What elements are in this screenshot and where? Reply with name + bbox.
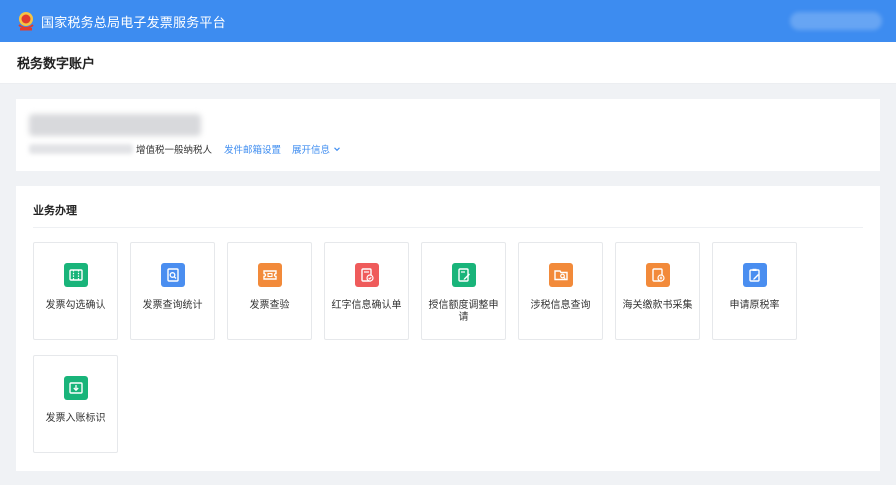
tile-customs-payment-collect[interactable]: 海关缴款书采集: [615, 242, 700, 340]
tile-original-tax-rate-apply[interactable]: 申请原税率: [712, 242, 797, 340]
document-money-icon: [645, 263, 670, 287]
document-search-icon: [160, 263, 185, 287]
expand-info-link[interactable]: 展开信息: [292, 142, 341, 156]
section-divider: [33, 227, 863, 228]
account-card: 增值税一般纳税人 发件邮箱设置 展开信息: [16, 99, 880, 171]
email-setting-link[interactable]: 发件邮箱设置: [224, 142, 281, 156]
business-card: 业务办理 发票勾选确认 发票查询统计 发票查验 红字信息确认单 授信额度调整申请: [16, 186, 880, 471]
user-info-redacted[interactable]: [790, 12, 882, 30]
tile-label: 发票查验: [249, 300, 290, 311]
tile-invoice-select-confirm[interactable]: 发票勾选确认: [33, 242, 118, 340]
tile-invoice-verify[interactable]: 发票查验: [227, 242, 312, 340]
document-check-icon: [354, 263, 379, 287]
tile-label: 涉税信息查询: [530, 300, 591, 311]
tax-id-redacted: [29, 144, 133, 154]
tile-label: 申请原税率: [729, 300, 780, 311]
folder-search-icon: [548, 263, 573, 287]
tile-label: 发票查询统计: [142, 300, 203, 311]
platform-title: 国家税务总局电子发票服务平台: [41, 15, 226, 31]
tile-label: 发票勾选确认: [45, 300, 106, 311]
tile-invoice-accounting-mark[interactable]: 发票入账标识: [33, 355, 118, 453]
taxpayer-type: 增值税一般纳税人: [136, 145, 213, 156]
expand-info-label: 展开信息: [292, 145, 331, 156]
document-edit-icon: [451, 263, 476, 287]
tile-label: 红字信息确认单: [331, 300, 402, 311]
section-title: 业务办理: [33, 204, 77, 217]
page-header: 税务数字账户: [0, 42, 896, 84]
tile-tax-info-query[interactable]: 涉税信息查询: [518, 242, 603, 340]
tax-emblem-icon: [15, 10, 37, 32]
ticket-download-icon: [63, 376, 88, 400]
tile-label: 海关缴款书采集: [622, 300, 693, 311]
tile-red-info-confirm[interactable]: 红字信息确认单: [324, 242, 409, 340]
page-title: 税务数字账户: [17, 57, 96, 72]
tile-credit-adjust-apply[interactable]: 授信额度调整申请: [421, 242, 506, 340]
tile-label: 发票入账标识: [45, 413, 106, 424]
ticket-check-icon: [63, 263, 88, 287]
chevron-down-icon: [333, 145, 341, 153]
clipboard-edit-icon: [742, 263, 767, 287]
top-bar: 国家税务总局电子发票服务平台: [0, 0, 896, 42]
company-name-redacted: [29, 114, 201, 136]
ticket-verify-icon: [257, 263, 282, 287]
tile-invoice-query-stats[interactable]: 发票查询统计: [130, 242, 215, 340]
tile-label: 授信额度调整申请: [428, 300, 499, 323]
